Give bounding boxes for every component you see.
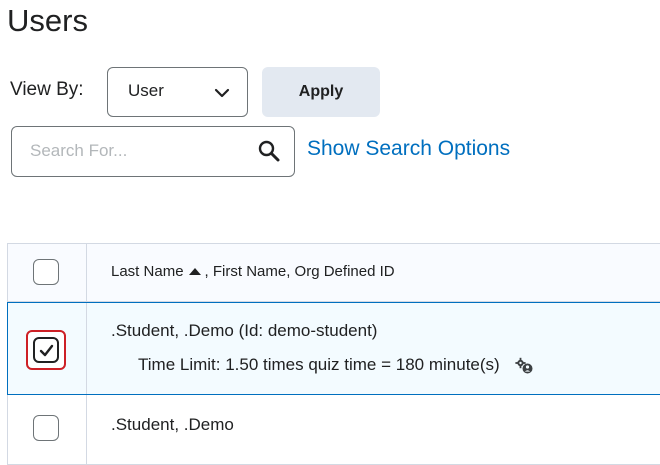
- table-row: .Student, .Demo (Id: demo-student) Time …: [7, 302, 660, 395]
- table-row: .Student, .Demo: [7, 395, 660, 465]
- user-name: .Student, .Demo (Id: demo-student): [111, 321, 378, 340]
- sort-ascending-icon: [188, 268, 201, 276]
- time-limit-detail: Time Limit: 1.50 times quiz time = 180 m…: [138, 355, 534, 376]
- column-divider: [86, 395, 87, 464]
- table-header-row: Last Name , First Name, Org Defined ID: [7, 243, 660, 302]
- apply-button[interactable]: Apply: [262, 67, 380, 117]
- search-placeholder: Search For...: [30, 141, 128, 160]
- select-all-checkbox[interactable]: [33, 259, 59, 285]
- row-checkbox[interactable]: [33, 415, 59, 441]
- chevron-down-icon: [214, 88, 230, 98]
- name-column-header[interactable]: Last Name , First Name, Org Defined ID: [111, 263, 395, 280]
- show-search-options-link[interactable]: Show Search Options: [307, 137, 510, 161]
- focus-ring: [26, 330, 66, 370]
- column-divider: [86, 303, 87, 394]
- column-header-rest: , First Name, Org Defined ID: [204, 263, 395, 280]
- page-title: Users: [7, 3, 88, 38]
- column-divider: [86, 244, 87, 301]
- user-name: .Student, .Demo: [111, 415, 234, 434]
- view-by-selected-value: User: [128, 81, 164, 100]
- search-icon[interactable]: [257, 139, 281, 163]
- view-by-label: View By:: [10, 79, 84, 100]
- search-input[interactable]: Search For...: [11, 126, 295, 177]
- last-name-sort-link[interactable]: Last Name: [111, 263, 184, 280]
- view-by-select[interactable]: User: [107, 67, 248, 117]
- row-checkbox-checked[interactable]: [33, 337, 59, 363]
- checkmark-icon: [39, 344, 54, 357]
- gear-user-icon: [515, 357, 533, 374]
- time-limit-text: Time Limit: 1.50 times quiz time = 180 m…: [138, 355, 500, 374]
